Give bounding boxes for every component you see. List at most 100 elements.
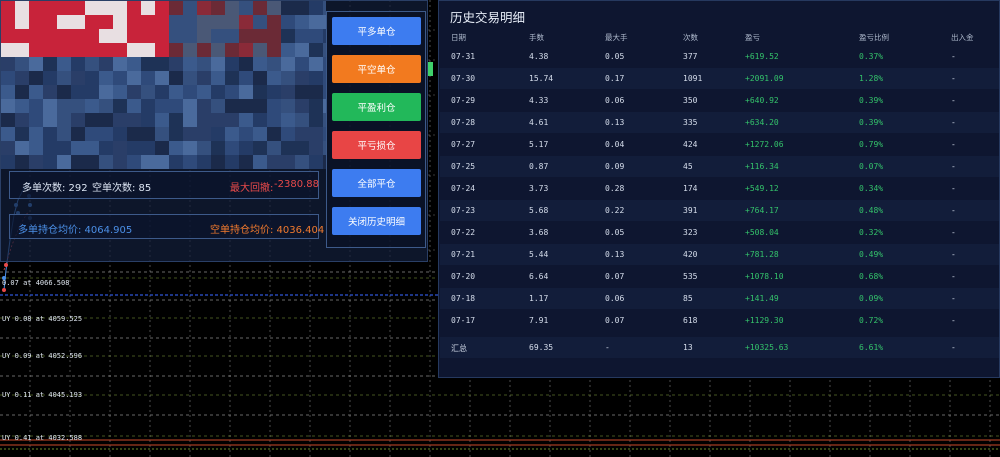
close-loss-button[interactable]: 平亏损仓 xyxy=(332,131,421,159)
mosaic-tile xyxy=(1,29,15,43)
mosaic-tile xyxy=(141,71,155,85)
mosaic-tile xyxy=(183,71,197,85)
mosaic-tile xyxy=(253,113,267,127)
table-cell: 0.13 xyxy=(605,250,625,259)
mosaic-tile xyxy=(1,43,15,57)
mosaic-tile xyxy=(197,99,211,113)
mosaic-tile xyxy=(141,99,155,113)
mosaic-tile xyxy=(183,57,197,71)
mosaic-tile xyxy=(197,127,211,141)
table-cell: - xyxy=(605,343,610,352)
mosaic-tile xyxy=(29,15,43,29)
close-history-button[interactable]: 关闭历史明细 xyxy=(332,207,421,235)
mosaic-tile xyxy=(99,29,113,43)
mosaic-tile xyxy=(295,141,309,155)
table-cell: - xyxy=(951,316,956,325)
mosaic-tile xyxy=(113,127,127,141)
mosaic-tile xyxy=(197,29,211,43)
mosaic-tile xyxy=(239,15,253,29)
table-cell: 07-20 xyxy=(451,272,476,281)
mosaic-tile xyxy=(85,127,99,141)
mosaic-tile xyxy=(155,57,169,71)
mosaic-tile xyxy=(113,15,127,29)
table-cell: 07-18 xyxy=(451,294,476,303)
table-cell: 7.91 xyxy=(529,316,549,325)
table-cell: 4.38 xyxy=(529,52,549,61)
mosaic-tile xyxy=(267,141,281,155)
mosaic-tile xyxy=(309,85,323,99)
mosaic-tile xyxy=(99,155,113,169)
column-header: 出入金 xyxy=(951,33,974,42)
table-cell: 0.49% xyxy=(859,250,884,259)
mosaic-tile xyxy=(113,141,127,155)
mosaic-tile xyxy=(71,141,85,155)
mosaic-tile xyxy=(29,127,43,141)
table-cell: +1078.10 xyxy=(745,272,784,281)
close-all-button[interactable]: 全部平仓 xyxy=(332,169,421,197)
mosaic-tile xyxy=(29,43,43,57)
table-cell: 07-25 xyxy=(451,162,476,171)
mosaic-tile xyxy=(113,43,127,57)
mosaic-tile xyxy=(57,155,71,169)
table-row: 07-28 4.61 0.13 335 +634.20 0.39% - xyxy=(440,112,999,133)
mosaic-tile xyxy=(267,155,281,169)
table-cell: 5.68 xyxy=(529,206,549,215)
mosaic-tile xyxy=(71,71,85,85)
mosaic-tile xyxy=(281,155,295,169)
mosaic-tile xyxy=(281,85,295,99)
table-cell: 0.06 xyxy=(605,96,625,105)
mosaic-tile xyxy=(141,127,155,141)
table-cell: - xyxy=(951,294,956,303)
mosaic-tile xyxy=(267,1,281,15)
mosaic-tile xyxy=(295,29,309,43)
mosaic-tile xyxy=(141,155,155,169)
table-cell: 4.33 xyxy=(529,96,549,105)
mosaic-tile xyxy=(309,71,323,85)
mosaic-tile xyxy=(113,29,127,43)
mosaic-tile xyxy=(169,71,183,85)
mosaic-tile xyxy=(309,113,323,127)
close-long-button[interactable]: 平多单仓 xyxy=(332,17,421,45)
mosaic-tile xyxy=(281,141,295,155)
order-label: UY 0.08 at 4059.525 xyxy=(2,315,83,323)
mosaic-tile xyxy=(71,127,85,141)
mosaic-tile xyxy=(309,43,323,57)
table-row: 07-31 4.38 0.05 377 +619.52 0.37% - xyxy=(440,46,999,67)
order-label: UY 0.11 at 4045.193 xyxy=(2,391,83,399)
mosaic-tile xyxy=(225,113,239,127)
mosaic-tile xyxy=(29,141,43,155)
mosaic-tile xyxy=(211,1,225,15)
mosaic-tile xyxy=(99,57,113,71)
mosaic-tile xyxy=(127,127,141,141)
mosaic-tile xyxy=(253,99,267,113)
mosaic-tile xyxy=(267,99,281,113)
table-row: 07-20 6.64 0.07 535 +1078.10 0.68% - xyxy=(440,266,999,287)
long-count: 多单次数: 292 xyxy=(22,183,88,194)
mosaic-tile xyxy=(43,99,57,113)
order-label: UY 0.41 at 4032.588 xyxy=(2,434,83,442)
mosaic-tile xyxy=(1,99,15,113)
mosaic-tile xyxy=(225,1,239,15)
mosaic-tile xyxy=(239,85,253,99)
mosaic-tile xyxy=(85,1,99,15)
mosaic-tile xyxy=(15,71,29,85)
table-row: 07-30 15.74 0.17 1091 +2091.09 1.28% - xyxy=(440,68,999,89)
table-cell: 13 xyxy=(683,343,693,352)
mosaic-tile xyxy=(295,99,309,113)
mosaic-tile xyxy=(85,85,99,99)
mosaic-tile xyxy=(155,15,169,29)
table-cell: 3.73 xyxy=(529,184,549,193)
table-cell: 0.28 xyxy=(605,184,625,193)
mosaic-tile xyxy=(113,71,127,85)
mosaic-tile xyxy=(183,127,197,141)
table-cell: - xyxy=(951,250,956,259)
table-cell: 535 xyxy=(683,272,698,281)
close-profit-button[interactable]: 平盈利仓 xyxy=(332,93,421,121)
mosaic-tile xyxy=(1,155,15,169)
mosaic-tile xyxy=(29,99,43,113)
order-label: UY 0.09 at 4052.596 xyxy=(2,352,83,360)
mosaic-tile xyxy=(253,85,267,99)
close-short-button[interactable]: 平空单仓 xyxy=(332,55,421,83)
mosaic-tile xyxy=(267,43,281,57)
mosaic-tile xyxy=(127,43,141,57)
